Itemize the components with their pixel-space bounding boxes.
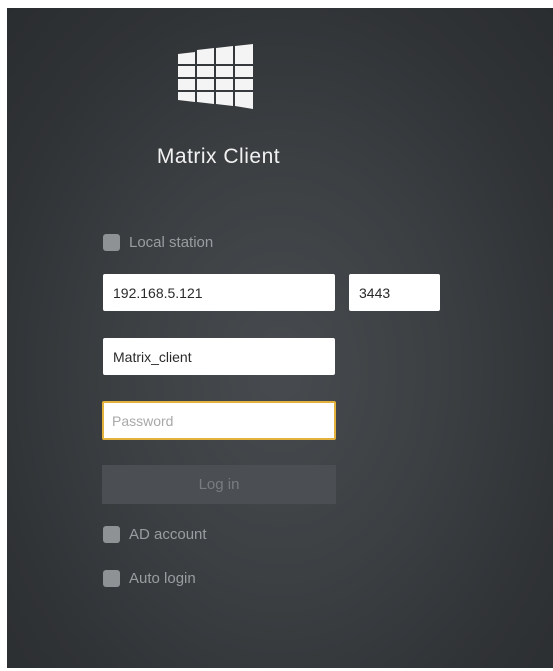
app-title: Matrix Client (156, 145, 281, 168)
local-station-checkbox[interactable]: Local station (103, 234, 213, 251)
ad-account-checkbox-box[interactable] (103, 526, 120, 543)
server-address-input[interactable] (103, 274, 335, 311)
login-button[interactable]: Log in (102, 465, 336, 504)
auto-login-label: Auto login (129, 570, 196, 587)
ad-account-checkbox[interactable]: AD account (103, 526, 207, 543)
auto-login-checkbox-box[interactable] (103, 570, 120, 587)
ad-account-label: AD account (129, 526, 207, 543)
local-station-label: Local station (129, 234, 214, 251)
auto-login-checkbox[interactable]: Auto login (103, 570, 196, 587)
username-input[interactable] (103, 338, 335, 375)
password-input[interactable] (102, 401, 336, 440)
local-station-checkbox-box[interactable] (103, 234, 120, 251)
server-port-input[interactable] (349, 274, 440, 311)
login-window: Matrix Client Local station Log in AD ac… (7, 8, 553, 668)
windows-grid-icon (178, 44, 253, 109)
